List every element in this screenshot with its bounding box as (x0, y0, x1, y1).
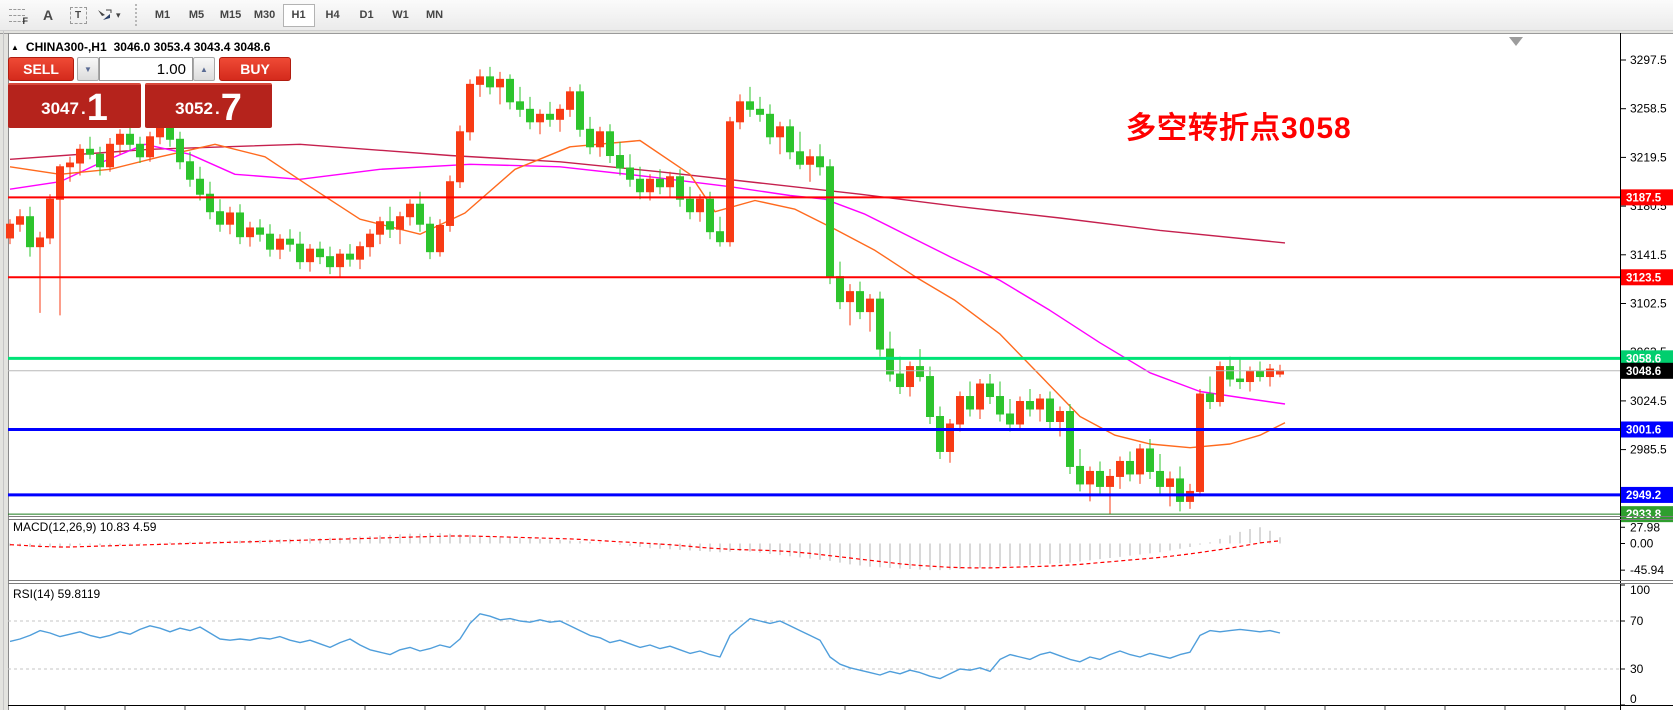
collapse-icon[interactable]: ▲ (11, 43, 19, 52)
buy-price-dot: . (215, 99, 220, 119)
svg-text:100: 100 (1630, 583, 1650, 597)
sell-price-main: 3047 (41, 99, 79, 119)
svg-text:30: 30 (1630, 662, 1644, 676)
svg-text:2949.2: 2949.2 (1626, 490, 1661, 502)
svg-text:3258.5: 3258.5 (1630, 102, 1667, 116)
svg-text:3123.5: 3123.5 (1626, 272, 1662, 284)
sell-price-dot: . (81, 99, 86, 119)
chart-header: ▲ CHINA300-,H1 3046.0 3053.4 3043.4 3048… (11, 40, 270, 54)
buy-price-big-digit: 7 (221, 92, 242, 124)
ohlc-label: 3046.0 3053.4 3043.4 3048.6 (114, 40, 271, 54)
svg-text:3219.5: 3219.5 (1630, 150, 1667, 164)
svg-text:3024.5: 3024.5 (1630, 394, 1667, 408)
svg-text:3102.5: 3102.5 (1630, 296, 1667, 310)
svg-text:0.00: 0.00 (1630, 537, 1654, 551)
macd-label: MACD(12,26,9) 10.83 4.59 (13, 520, 156, 534)
buy-button[interactable]: BUY (219, 57, 291, 81)
svg-text:3001.6: 3001.6 (1626, 424, 1661, 436)
svg-text:3297.5: 3297.5 (1630, 53, 1667, 67)
svg-text:3187.5: 3187.5 (1626, 192, 1662, 204)
sell-price-big-digit: 1 (87, 92, 108, 124)
sell-button[interactable]: SELL (8, 57, 74, 81)
annotation-text: 多空转折点3058 (1126, 103, 1352, 147)
svg-text:2985.5: 2985.5 (1630, 443, 1667, 457)
sell-price-panel[interactable]: 3047 . 1 (8, 83, 141, 128)
svg-text:0: 0 (1630, 692, 1637, 706)
svg-text:27.98: 27.98 (1630, 520, 1660, 534)
volume-input[interactable] (99, 57, 193, 81)
symbol-period-label: CHINA300-,H1 (26, 40, 107, 54)
svg-text:3048.6: 3048.6 (1626, 366, 1661, 378)
svg-text:70: 70 (1630, 614, 1644, 628)
svg-text:3141.5: 3141.5 (1630, 248, 1667, 262)
buy-price-panel[interactable]: 3052 . 7 (145, 83, 272, 128)
buy-price-main: 3052 (175, 99, 213, 119)
trading-terminal: 3297.53258.53219.53180.53141.53102.53063… (0, 0, 1673, 710)
svg-text:-45.94: -45.94 (1630, 563, 1664, 577)
volume-decrease-button[interactable]: ▼ (77, 57, 99, 81)
volume-increase-button[interactable]: ▲ (193, 57, 215, 81)
rsi-label: RSI(14) 59.8119 (13, 587, 100, 601)
